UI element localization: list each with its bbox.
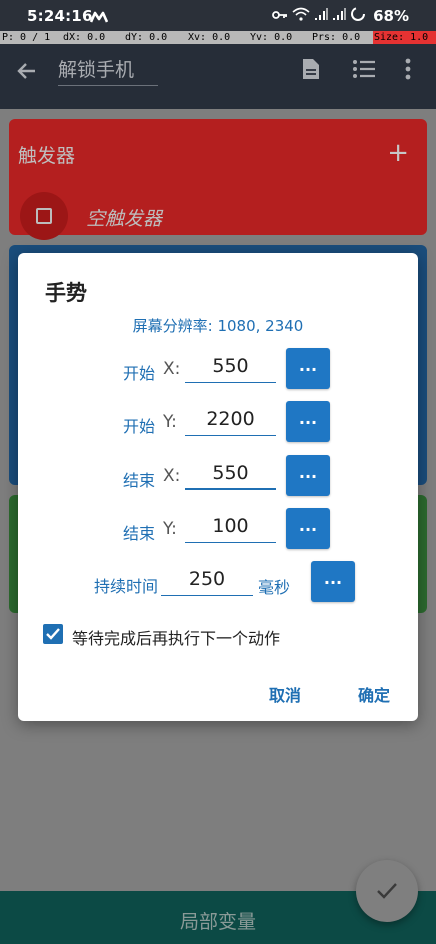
pointer-count: P: 0 / 1 bbox=[2, 32, 51, 43]
wait-checkbox-label: 等待完成后再执行下一个动作 bbox=[72, 629, 281, 648]
end-x-field[interactable]: 550 bbox=[185, 458, 276, 490]
pointer-dx: dX: 0.0 bbox=[63, 32, 106, 43]
dialog-title: 手势 bbox=[45, 281, 87, 305]
checkmark-icon bbox=[46, 628, 60, 640]
list-icon[interactable] bbox=[352, 59, 376, 83]
start-y-field[interactable]: 2200 bbox=[185, 404, 276, 436]
pointer-xv: Xv: 0.0 bbox=[188, 32, 231, 43]
end-x-row: 结束 X: 550 ... bbox=[18, 455, 418, 497]
macro-name-field[interactable]: 解锁手机 bbox=[58, 56, 158, 86]
key-icon bbox=[272, 7, 288, 25]
pointer-dy: dY: 0.0 bbox=[125, 32, 168, 43]
pointer-yv: Yv: 0.0 bbox=[250, 32, 293, 43]
trigger-card-title: 触发器 bbox=[18, 145, 76, 167]
status-bar: 5:24:16 68% bbox=[0, 0, 436, 31]
end-y-label: 结束 bbox=[123, 524, 156, 543]
end-x-label: 结束 bbox=[123, 471, 156, 490]
m-logo-icon bbox=[89, 9, 109, 27]
start-y-label: 开始 bbox=[123, 417, 156, 436]
status-time: 5:24:16 bbox=[27, 7, 93, 25]
duration-row: 持续时间 250 毫秒 ... bbox=[18, 561, 418, 603]
save-fab[interactable] bbox=[356, 860, 418, 922]
wait-checkbox[interactable] bbox=[43, 624, 63, 644]
more-vert-icon[interactable] bbox=[404, 58, 412, 84]
back-arrow-icon[interactable] bbox=[14, 58, 40, 84]
start-y-more-button[interactable]: ... bbox=[286, 401, 330, 442]
app-bar: 解锁手机 bbox=[0, 44, 436, 109]
start-x-more-button[interactable]: ... bbox=[286, 348, 330, 389]
start-x-axis: X: bbox=[163, 359, 181, 379]
status-icons: 68% bbox=[272, 6, 409, 26]
duration-field[interactable]: 250 bbox=[161, 564, 253, 596]
wifi-icon bbox=[292, 7, 310, 25]
end-y-row: 结束 Y: 100 ... bbox=[18, 508, 418, 550]
document-icon[interactable] bbox=[301, 57, 321, 85]
start-x-label: 开始 bbox=[123, 364, 156, 383]
add-trigger-icon[interactable]: + bbox=[387, 140, 409, 166]
end-y-axis: Y: bbox=[163, 519, 177, 539]
trigger-checkbox[interactable] bbox=[36, 208, 52, 224]
end-x-more-button[interactable]: ... bbox=[286, 455, 330, 496]
pointer-size: Size: 1.0 bbox=[373, 31, 436, 44]
signal-icon bbox=[332, 7, 346, 25]
duration-more-button[interactable]: ... bbox=[311, 561, 355, 602]
start-y-axis: Y: bbox=[163, 412, 177, 432]
end-y-more-button[interactable]: ... bbox=[286, 508, 330, 549]
start-y-row: 开始 Y: 2200 ... bbox=[18, 401, 418, 443]
signal-icon bbox=[314, 7, 328, 25]
battery-circle-icon bbox=[350, 6, 366, 26]
check-icon bbox=[377, 883, 397, 899]
ok-button[interactable]: 确定 bbox=[358, 682, 390, 706]
empty-trigger-label: 空触发器 bbox=[86, 208, 163, 230]
screen-resolution: 屏幕分辨率: 1080, 2340 bbox=[132, 317, 304, 335]
end-y-field[interactable]: 100 bbox=[185, 511, 276, 543]
duration-label: 持续时间 bbox=[94, 577, 159, 596]
start-x-row: 开始 X: 550 ... bbox=[18, 348, 418, 390]
duration-unit: 毫秒 bbox=[258, 578, 291, 597]
end-x-axis: X: bbox=[163, 466, 181, 486]
battery-percent: 68% bbox=[373, 7, 409, 25]
start-x-field[interactable]: 550 bbox=[185, 351, 276, 383]
cancel-button[interactable]: 取消 bbox=[269, 682, 301, 706]
trigger-card: 触发器 + 空触发器 bbox=[9, 119, 427, 240]
pointer-location-bar: P: 0 / 1 dX: 0.0 dY: 0.0 Xv: 0.0 Yv: 0.0… bbox=[0, 31, 436, 44]
gesture-dialog: 手势 屏幕分辨率: 1080, 2340 开始 X: 550 ... 开始 Y:… bbox=[18, 253, 418, 721]
pointer-pressure: Prs: 0.0 bbox=[312, 32, 361, 43]
